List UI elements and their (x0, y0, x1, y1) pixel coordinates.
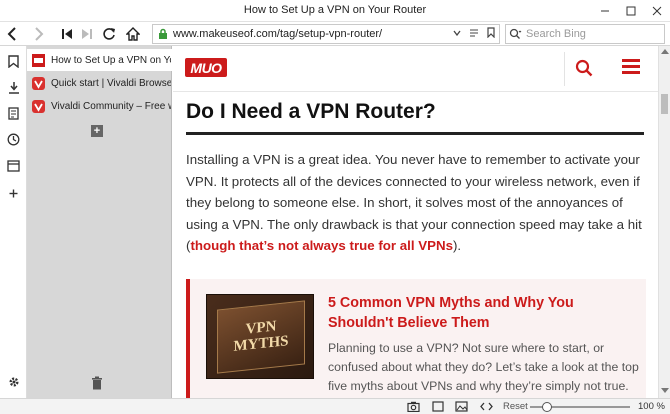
url-text: www.makeuseof.com/tag/setup-vpn-router/ (173, 28, 383, 40)
title-bar: How to Set Up a VPN on Your Router (0, 0, 670, 22)
tab-item[interactable]: Quick start | Vivaldi Browser (27, 72, 172, 94)
search-field[interactable]: Search Bing (505, 24, 665, 44)
hamburger-menu-icon[interactable] (622, 59, 640, 77)
window-controls (592, 0, 670, 22)
maximize-button[interactable] (618, 0, 644, 22)
new-tab-button[interactable]: + (91, 125, 103, 137)
gear-icon (9, 377, 18, 386)
tab-panel: How to Set Up a VPN on Your Router Quick… (27, 46, 172, 398)
home-button[interactable] (124, 25, 142, 43)
clock-icon (7, 133, 20, 146)
related-title-link[interactable]: 5 Common VPN Myths and Why You Shouldn't… (328, 293, 638, 333)
bookmark-icon (8, 55, 19, 68)
add-web-panel-button[interactable] (5, 185, 22, 202)
tab-label: Vivaldi Community – Free web (51, 100, 171, 112)
book-cover: VPN MYTHS (217, 300, 305, 374)
bookmark-icon[interactable] (487, 27, 495, 38)
bookmarks-panel-button[interactable] (5, 53, 22, 70)
close-icon (652, 6, 662, 16)
article-paragraph: Installing a VPN is a great idea. You ne… (186, 149, 646, 257)
notes-icon (8, 107, 19, 120)
site-header: MUO (173, 46, 658, 92)
home-icon (126, 27, 140, 41)
chevron-down-icon[interactable] (453, 30, 461, 36)
search-placeholder: Search Bing (526, 28, 586, 40)
download-icon (8, 82, 19, 94)
reader-view-icon[interactable] (469, 28, 479, 38)
forward-button[interactable] (30, 25, 48, 43)
web-page: MUO Do I Need a VPN Router? Installing a… (173, 46, 658, 398)
address-field[interactable]: www.makeuseof.com/tag/setup-vpn-router/ (152, 24, 500, 44)
reload-button[interactable] (100, 25, 118, 43)
tiling-icon[interactable] (432, 401, 444, 412)
related-description: Planning to use a VPN? Not sure where to… (328, 341, 639, 393)
tab-item[interactable]: How to Set Up a VPN on Your Router (27, 49, 172, 71)
maximize-icon (626, 6, 636, 16)
window-title: How to Set Up a VPN on Your Router (243, 4, 427, 16)
fast-forward-icon (82, 29, 92, 39)
navigation-bar: www.makeuseof.com/tag/setup-vpn-router/ … (0, 22, 670, 46)
muo-favicon-icon (32, 53, 45, 67)
header-divider (564, 52, 565, 86)
plus-icon (9, 189, 18, 198)
settings-button[interactable] (5, 373, 22, 390)
side-panel-strip (0, 46, 27, 398)
chevron-left-icon (7, 27, 16, 41)
code-icon[interactable] (480, 401, 493, 412)
lock-icon (159, 28, 167, 39)
tab-label: Quick start | Vivaldi Browser (51, 77, 171, 89)
zoom-slider[interactable] (530, 402, 630, 412)
notes-panel-button[interactable] (5, 105, 22, 122)
scroll-up-arrow[interactable] (661, 49, 669, 54)
page-scrollbar[interactable] (658, 46, 670, 398)
camera-icon[interactable] (407, 401, 420, 412)
chevron-right-icon (35, 27, 44, 41)
related-article-card[interactable]: VPN MYTHS 5 Common VPN Myths and Why You … (186, 279, 646, 398)
zoom-level: 100 % (638, 401, 665, 412)
vivaldi-favicon-icon (32, 76, 45, 90)
minimize-button[interactable] (592, 0, 618, 22)
scroll-thumb[interactable] (661, 94, 668, 114)
related-thumbnail[interactable]: VPN MYTHS (206, 294, 314, 379)
vivaldi-favicon-icon (32, 99, 45, 113)
search-icon (509, 28, 522, 39)
rewind-icon (62, 29, 72, 39)
back-button[interactable] (3, 25, 21, 43)
downloads-panel-button[interactable] (5, 79, 22, 96)
muo-logo[interactable]: MUO (185, 58, 227, 77)
tab-item[interactable]: Vivaldi Community – Free web (27, 95, 172, 117)
vpn-speed-link[interactable]: though that’s not always true for all VP… (190, 238, 453, 253)
zoom-slider-knob[interactable] (542, 402, 552, 412)
trash-icon[interactable] (91, 376, 103, 390)
address-tools (453, 27, 495, 38)
thumb-text-myths: MYTHS (233, 333, 289, 355)
fast-forward-button[interactable] (78, 25, 96, 43)
image-icon[interactable] (455, 401, 468, 412)
logo-text: MUO (190, 59, 222, 76)
window-panel-button[interactable] (5, 157, 22, 174)
zoom-reset-button[interactable]: Reset (503, 401, 528, 412)
reload-icon (103, 28, 115, 40)
article-heading: Do I Need a VPN Router? (186, 100, 644, 135)
scroll-down-arrow[interactable] (661, 388, 669, 393)
minimize-icon (601, 10, 609, 12)
search-icon[interactable] (575, 59, 593, 77)
paragraph-end: ). (452, 238, 462, 253)
window-icon (7, 159, 20, 172)
tab-label: How to Set Up a VPN on Your Router (51, 54, 171, 66)
status-bar: Reset 100 % (0, 398, 670, 414)
rewind-button[interactable] (58, 25, 76, 43)
history-panel-button[interactable] (5, 131, 22, 148)
close-window-button[interactable] (644, 0, 670, 22)
